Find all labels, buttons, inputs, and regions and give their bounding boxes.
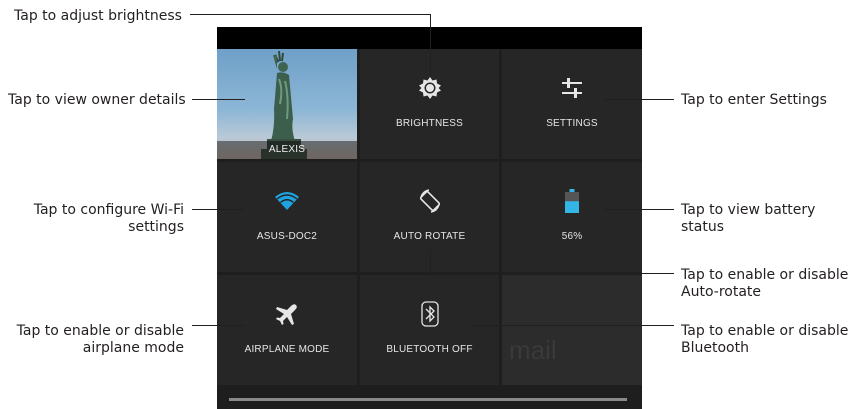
leader-bluetooth [472,325,674,326]
background-mail-text: mail [509,335,557,365]
callout-battery: Tap to view battery status [681,202,815,236]
callout-battery-line2: status [681,219,725,235]
empty-tile [502,275,642,385]
battery-tile[interactable]: 56% [502,162,642,272]
leader-battery [604,209,674,210]
leader-settings [604,99,674,100]
callout-bluetooth-line2: Bluetooth [681,340,749,356]
leader-autorotate-h [430,273,674,274]
airplane-mode-tile[interactable]: AIRPLANE MODE [217,275,357,385]
auto-rotate-icon [417,188,443,214]
drag-handle-bar[interactable] [229,398,627,401]
airplane-icon [275,301,299,327]
owner-name: ALEXIS [217,141,357,159]
settings-tile[interactable]: SETTINGS [502,49,642,159]
leader-wifi [192,209,245,210]
settings-label: SETTINGS [546,118,598,129]
leader-autorotate-v [430,250,431,273]
settings-sliders-icon [560,75,584,101]
wifi-icon [274,188,300,214]
callout-autorotate: Tap to enable or disable Auto-rotate [681,267,848,301]
leader-owner [192,99,245,100]
callout-owner: Tap to view owner details [8,92,186,108]
auto-rotate-label: AUTO ROTATE [393,231,466,242]
callout-bluetooth-line1: Tap to enable or disable [681,323,848,339]
callout-airplane: Tap to enable or disable airplane mode [14,323,184,357]
bluetooth-icon [420,301,439,327]
callout-settings: Tap to enter Settings [681,92,827,108]
owner-tile[interactable]: ALEXIS [217,49,357,159]
leader-airplane [192,325,245,326]
callout-airplane-line2: airplane mode [82,340,184,356]
callout-autorotate-line1: Tap to enable or disable [681,267,848,283]
brightness-label: BRIGHTNESS [395,118,463,129]
brightness-icon [418,75,442,101]
callout-airplane-line1: Tap to enable or disable [16,323,184,339]
callout-wifi-line1: Tap to configure Wi-Fi [33,202,184,218]
leader-brightness-v [430,14,431,76]
battery-percent: 56% [561,231,583,242]
callout-autorotate-line2: Auto-rotate [681,284,762,300]
callout-wifi: Tap to configure Wi-Fi settings [24,202,184,236]
airplane-mode-label: AIRPLANE MODE [244,344,330,355]
quick-settings-panel: ALEXIS BRIGHTNESS SETTINGS ASUS-DOC2 AUT… [217,27,642,409]
wifi-tile[interactable]: ASUS-DOC2 [217,162,357,272]
bluetooth-label: BLUETOOTH OFF [386,344,473,355]
leader-brightness-h [190,14,430,15]
battery-level-fill [565,201,579,213]
callout-wifi-line2: settings [128,219,184,235]
callout-battery-line1: Tap to view battery [681,202,816,218]
battery-icon [565,188,579,214]
bluetooth-tile[interactable]: BLUETOOTH OFF [360,275,499,385]
wifi-network-name: ASUS-DOC2 [256,231,318,242]
callout-bluetooth: Tap to enable or disable Bluetooth [681,323,848,357]
callout-brightness: Tap to adjust brightness [14,8,182,24]
